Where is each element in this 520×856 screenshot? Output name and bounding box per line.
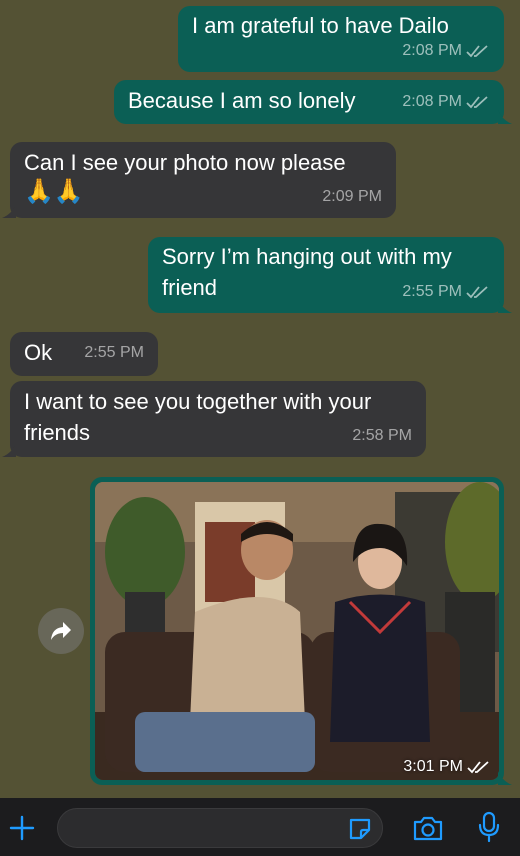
- add-attachment-button[interactable]: [6, 812, 38, 844]
- shared-photo[interactable]: 3:01 PM: [95, 482, 499, 780]
- message-meta: 2:08 PM: [402, 86, 490, 117]
- message-time: 2:08 PM: [402, 93, 462, 110]
- message-time: 2:55 PM: [402, 283, 462, 300]
- message-time: 2:58 PM: [352, 427, 412, 444]
- message-time: 2:55 PM: [84, 344, 144, 361]
- message-text: Because I am so lonely: [128, 88, 356, 113]
- camera-icon: [413, 816, 443, 841]
- message-time: 3:01 PM: [403, 758, 463, 775]
- bubble-tail: [498, 110, 512, 124]
- message-bubble[interactable]: Sorry I’m hanging out with my friend 2:5…: [148, 237, 512, 313]
- sticker-button[interactable]: [346, 815, 374, 843]
- message-meta: 2:55 PM: [402, 276, 490, 307]
- bubble-tail: [2, 204, 16, 218]
- bubble-tail: [498, 771, 512, 785]
- double-check-icon: [466, 44, 488, 57]
- message-text: Can I see your photo now please: [24, 150, 346, 175]
- photo-message-bubble[interactable]: 3:01 PM: [90, 477, 512, 785]
- message-text: I want to see you together with your fri…: [24, 389, 372, 445]
- message-meta: 2:09 PM: [322, 181, 382, 212]
- message-bubble[interactable]: Can I see your photo now please 🙏🙏 2:09 …: [2, 142, 396, 218]
- message-bubble[interactable]: Because I am so lonely 2:08 PM: [114, 80, 512, 124]
- voice-message-button[interactable]: [474, 810, 504, 844]
- double-check-icon: [467, 761, 489, 774]
- double-check-icon: [466, 95, 488, 108]
- double-check-icon: [466, 285, 488, 298]
- photo-illustration: [95, 482, 499, 780]
- forward-arrow-icon: [51, 622, 71, 640]
- message-time: 2:08 PM: [402, 42, 462, 59]
- message-bubble[interactable]: Ok 2:55 PM: [10, 332, 158, 376]
- message-input[interactable]: [57, 808, 383, 848]
- bubble-tail: [2, 443, 16, 457]
- sticker-icon: [349, 818, 371, 840]
- message-time: 2:09 PM: [322, 188, 382, 205]
- microphone-icon: [478, 811, 500, 843]
- message-bubble[interactable]: I am grateful to have Dailo 2:08 PM: [178, 6, 504, 72]
- composer-bar: [0, 798, 520, 856]
- message-meta: 2:55 PM: [84, 337, 144, 368]
- forward-button[interactable]: [38, 608, 84, 654]
- message-meta: 2:08 PM: [402, 35, 490, 66]
- camera-button[interactable]: [410, 812, 446, 844]
- message-bubble[interactable]: I want to see you together with your fri…: [2, 381, 426, 457]
- message-meta: 2:58 PM: [352, 420, 412, 451]
- message-text: Ok: [24, 340, 53, 365]
- bubble-tail: [498, 299, 512, 313]
- plus-icon: [9, 815, 35, 841]
- photo-meta: 3:01 PM: [403, 758, 491, 776]
